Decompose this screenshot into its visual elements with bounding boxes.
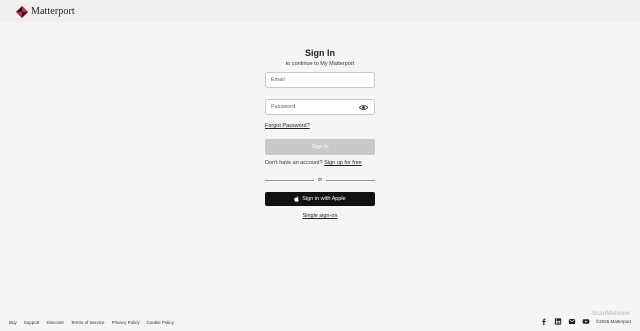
matterport-logo-icon (16, 5, 28, 18)
forgot-password-link[interactable]: Forgot Password? (265, 123, 310, 129)
signup-row: Don't have an account? Sign up for free (265, 160, 362, 166)
or-divider: or (265, 177, 376, 183)
footer-link-buy[interactable]: Buy (9, 320, 17, 325)
facebook-icon[interactable] (540, 318, 548, 325)
sign-up-link[interactable]: Sign up for free (324, 160, 362, 166)
page-subtitle: to continue to My Matterport (285, 61, 355, 67)
social-links: ©2026 Matterport (534, 318, 631, 325)
password-input[interactable] (271, 104, 369, 110)
footer-link-discover[interactable]: Discover (47, 320, 65, 325)
footer-link-support[interactable]: Support (24, 320, 40, 325)
footer-links: Buy Support Discover Terms of Service Pr… (9, 320, 181, 325)
youtube-icon[interactable] (582, 318, 590, 325)
show-password-icon[interactable] (359, 104, 368, 111)
sign-in-with-apple-button[interactable]: Sign in with Apple (265, 192, 375, 206)
page-title: Sign In (305, 48, 335, 58)
footer-link-privacy[interactable]: Privacy Policy (112, 320, 140, 325)
footer-link-terms[interactable]: Terms of Service (71, 320, 105, 325)
email-icon[interactable] (568, 318, 576, 325)
or-text: or (317, 177, 323, 183)
email-input[interactable] (271, 77, 369, 83)
divider-line-right (326, 179, 376, 181)
sign-in-button[interactable]: Sign In (265, 139, 375, 155)
apple-button-label: Sign in with Apple (302, 196, 346, 202)
copyright-text: ©2026 Matterport (595, 319, 631, 324)
top-header: Matterport (0, 0, 640, 23)
footer-link-cookie[interactable]: Cookie Policy (147, 320, 174, 325)
password-field[interactable] (265, 99, 375, 115)
linkedin-icon[interactable] (554, 318, 562, 325)
apple-icon (294, 196, 300, 202)
single-sign-on-link[interactable]: Single sign-on (303, 213, 338, 219)
email-field[interactable] (265, 72, 375, 88)
sign-in-card: Sign In to continue to My Matterport For… (265, 46, 376, 219)
no-account-text: Don't have an account? (265, 160, 323, 166)
footer: Buy Support Discover Terms of Service Pr… (0, 316, 640, 328)
matterport-logo[interactable]: Matterport (16, 5, 75, 18)
divider-line-left (265, 179, 314, 181)
logo-text: Matterport (31, 6, 75, 17)
